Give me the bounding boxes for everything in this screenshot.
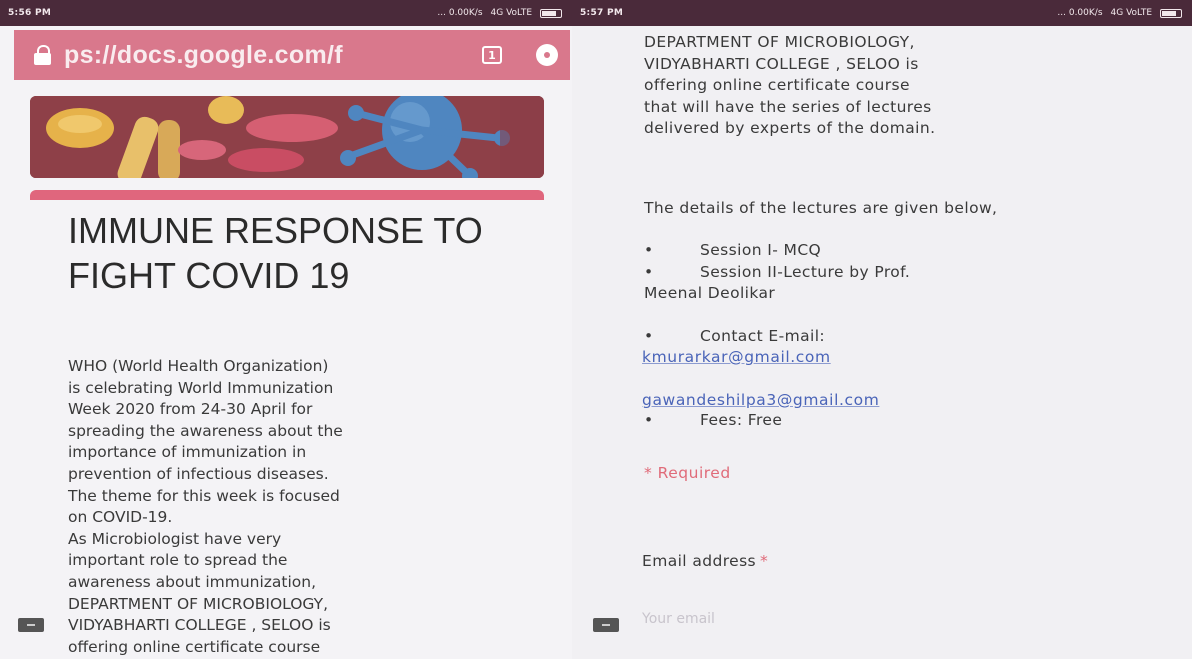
list-item: • Fees: Free xyxy=(644,410,782,432)
contact-email-link-2[interactable]: gawandeshilpa3@gmail.com xyxy=(642,391,879,409)
session-1-text: Session I- MCQ xyxy=(700,241,822,259)
status-time: 5:57 PM xyxy=(580,8,624,18)
email-field-label: Email address * xyxy=(642,552,768,570)
browser-url-bar[interactable]: ps://docs.google.com/f 1 xyxy=(14,30,570,80)
session-2-text: Session II-Lecture by Prof. xyxy=(700,263,911,281)
more-menu-icon[interactable] xyxy=(536,44,558,66)
list-item: • Session II-Lecture by Prof. xyxy=(644,262,910,284)
lecture-details-intro: The details of the lectures are given be… xyxy=(644,199,998,217)
right-screenshot: DEPARTMENT OF MICROBIOLOGY, VIDYABHARTI … xyxy=(572,26,1192,659)
list-item: • Contact E-mail: xyxy=(644,326,825,348)
email-field-label-text: Email address xyxy=(642,552,757,570)
bullet-marker: • xyxy=(644,263,654,281)
form-title: IMMUNE RESPONSE TO FIGHT COVID 19 xyxy=(68,210,483,296)
contact-email-label: Contact E-mail: xyxy=(700,327,826,345)
form-header-image xyxy=(30,96,544,178)
required-note: * Required xyxy=(644,464,731,482)
contact-email-link-1[interactable]: kmurarkar@gmail.com xyxy=(642,348,831,366)
session-2-continued: Meenal Deolikar xyxy=(644,284,776,302)
url-text[interactable]: ps://docs.google.com/f xyxy=(64,41,343,70)
network-type: 4G VoLTE xyxy=(490,8,532,18)
status-bar-left: 5:56 PM ... 0.00K/s 4G VoLTE xyxy=(0,0,572,26)
form-description-continued: DEPARTMENT OF MICROBIOLOGY, VIDYABHARTI … xyxy=(644,33,936,137)
feedback-icon[interactable] xyxy=(593,618,619,632)
status-time: 5:56 PM xyxy=(8,8,52,18)
fees-text: Fees: Free xyxy=(700,411,783,429)
left-screenshot: ps://docs.google.com/f 1 IMMUNE RESPONSE… xyxy=(0,26,572,659)
bullet-marker: • xyxy=(644,241,654,259)
list-item: • Session I- MCQ xyxy=(644,240,821,262)
form-accent-bar xyxy=(30,190,544,200)
lock-icon xyxy=(34,45,52,65)
required-asterisk: * xyxy=(760,552,769,570)
network-speed: ... 0.00K/s xyxy=(1057,8,1103,18)
battery-icon xyxy=(540,8,562,18)
network-speed: ... 0.00K/s xyxy=(437,8,483,18)
tab-switcher-icon[interactable]: 1 xyxy=(482,46,502,64)
email-input[interactable] xyxy=(638,606,946,632)
battery-icon xyxy=(1160,8,1182,18)
form-description: WHO (World Health Organization) is celeb… xyxy=(68,357,343,656)
bullet-marker: • xyxy=(644,327,654,345)
network-type: 4G VoLTE xyxy=(1110,8,1152,18)
status-bar-right: 5:57 PM ... 0.00K/s 4G VoLTE xyxy=(572,0,1192,26)
status-network-group: ... 0.00K/s 4G VoLTE xyxy=(1057,8,1182,18)
bullet-marker: • xyxy=(644,411,654,429)
status-network-group: ... 0.00K/s 4G VoLTE xyxy=(437,8,562,18)
feedback-icon[interactable] xyxy=(18,618,44,632)
